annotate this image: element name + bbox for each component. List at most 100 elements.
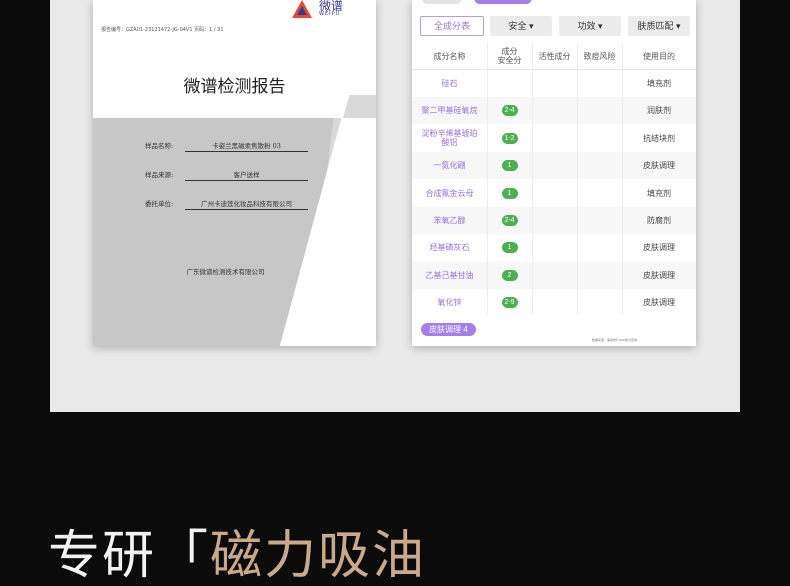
- weipu-logo: 微谱 WEIPU: [292, 0, 352, 20]
- table-row[interactable]: 乙基己基甘油 2 皮肤调理: [412, 261, 696, 289]
- field-label: 样品名称:: [145, 142, 174, 150]
- ingredient-name[interactable]: 硅石: [412, 70, 487, 97]
- ingredient-name[interactable]: 一氮化硼: [412, 152, 487, 179]
- table-row[interactable]: 苯氧乙醇 2-4 防腐剂: [412, 207, 696, 234]
- sample-name-field: 样品名称: 卡姿兰黑磁柔焦散粉 03: [145, 140, 308, 152]
- safety-score-cell: 2-9: [487, 289, 532, 316]
- table-row[interactable]: 合成氟金云母 1 填充剂: [412, 180, 696, 207]
- safety-score-cell: [487, 70, 532, 97]
- filter-efficacy[interactable]: 功效 ▾: [559, 16, 621, 36]
- safety-score-cell: 1: [487, 234, 532, 261]
- acne-risk-cell: [577, 152, 622, 179]
- safety-score-badge: 2-9: [501, 297, 518, 309]
- sample-source-field: 样品来源: 客户送样: [145, 169, 308, 181]
- column-divider: [577, 43, 578, 315]
- slogan-heading: 专研「磁力吸油: [48, 526, 426, 586]
- active-cell: [532, 70, 577, 97]
- top-pill-tab[interactable]: [422, 0, 462, 4]
- data-source-note: 数据来源：美丽修行APP成分查询: [592, 338, 638, 342]
- ingredient-name[interactable]: 氧化锌: [412, 289, 487, 316]
- acne-risk-cell: [577, 262, 622, 289]
- column-divider: [622, 43, 623, 315]
- safety-score-badge: 1-2: [501, 132, 518, 144]
- top-tab-pills: [412, 0, 696, 6]
- filter-all-ingredients[interactable]: 全成分表: [420, 16, 484, 36]
- safety-score-badge: 2-4: [501, 215, 518, 226]
- field-value: 卡姿兰黑磁柔焦散粉 03: [185, 140, 308, 152]
- table-row[interactable]: 一氮化硼 1 皮肤调理: [412, 152, 696, 180]
- table-row[interactable]: 羟基磷灰石 1 皮肤调理: [412, 234, 696, 261]
- active-cell: [532, 97, 577, 124]
- table-header: 成分名称 成分 安全分 活性成分 致痘风险 使用目的: [412, 43, 696, 70]
- slogan-gold: 磁力吸油: [210, 526, 427, 586]
- client-field: 委托单位: 广州卡迪莲化妆品科技有限公司: [145, 198, 308, 210]
- ingredient-name[interactable]: 合成氟金云母: [412, 180, 487, 207]
- purpose-cell: 防腐剂: [647, 216, 671, 225]
- logo-en-text: WEIPU: [319, 11, 341, 17]
- ingredient-name[interactable]: 苯氧乙醇: [412, 207, 487, 234]
- safety-score-cell: 2: [487, 262, 532, 289]
- header-purpose: 使用目的: [643, 51, 675, 61]
- purpose-cell: 抗结块剂: [643, 133, 675, 143]
- report-title: 微谱检测报告: [183, 77, 286, 97]
- acne-risk-cell: [577, 125, 622, 152]
- purpose-cell: 皮肤调理: [643, 161, 675, 171]
- active-cell: [532, 152, 577, 179]
- acne-risk-cell: [577, 289, 622, 316]
- safety-score-badge: 2-4: [501, 105, 518, 117]
- safety-score-badge: 1: [501, 242, 518, 254]
- acne-risk-cell: [577, 70, 622, 97]
- acne-risk-cell: [577, 207, 622, 234]
- safety-score-cell: 1: [487, 180, 532, 207]
- filter-bar: 全成分表 安全 ▾ 功效 ▾ 肤质匹配 ▾: [412, 16, 696, 38]
- purpose-cell: 润肤剂: [647, 106, 671, 116]
- header-ingredient-name: 成分名称: [433, 51, 466, 61]
- ingredient-name[interactable]: 聚二甲基硅氧烷: [412, 97, 487, 124]
- filter-skin-match[interactable]: 肤质匹配 ▾: [628, 16, 690, 36]
- table-row[interactable]: 氧化锌 2-9 皮肤调理: [412, 289, 696, 316]
- active-cell: [532, 180, 577, 207]
- field-label: 委托单位:: [145, 200, 174, 208]
- purpose-cell: 填充剂: [647, 79, 671, 88]
- safety-score-cell: 2-4: [487, 207, 532, 234]
- active-cell: [532, 289, 577, 316]
- lab-company: 广东微谱检测技术有限公司: [186, 268, 265, 276]
- active-cell: [532, 262, 577, 289]
- safety-score-badge: 2: [501, 269, 518, 281]
- top-pill-tab-active[interactable]: [474, 0, 532, 4]
- ingredient-name[interactable]: 淀粉辛烯基琥珀酸铝: [412, 125, 487, 152]
- ingredient-table-card: 全成分表 安全 ▾ 功效 ▾ 肤质匹配 ▾ 成分名称 成分 安全分 活性成分 致…: [412, 0, 696, 346]
- table-row[interactable]: 硅石 填充剂: [412, 70, 696, 97]
- filter-safety[interactable]: 安全 ▾: [490, 16, 552, 36]
- slogan-white: 专研「: [48, 526, 211, 586]
- field-value: 广州卡迪莲化妆品科技有限公司: [185, 198, 308, 210]
- acne-risk-cell: [577, 180, 622, 207]
- purpose-cell: 填充剂: [647, 188, 671, 198]
- header-acne-risk: 致痘风险: [583, 51, 616, 61]
- header-safety-score: 成分 安全分: [497, 47, 522, 65]
- table-row[interactable]: 聚二甲基硅氧烷 2-4 润肤剂: [412, 97, 696, 125]
- ingredient-name[interactable]: 乙基己基甘油: [412, 262, 487, 289]
- safety-score-badge: 1: [501, 160, 518, 172]
- field-label: 样品来源:: [145, 171, 174, 179]
- acne-risk-cell: [577, 97, 622, 124]
- report-number: 报告编号：GZA01-23121472-JG-04V1 页码：1 / 31: [101, 27, 224, 33]
- active-cell: [532, 125, 577, 152]
- table-row[interactable]: 淀粉辛烯基琥珀酸铝 1-2 抗结块剂: [412, 125, 696, 152]
- safety-score-cell: 1-2: [487, 125, 532, 152]
- inspection-report: 报告编号：GZA01-23121472-JG-04V1 页码：1 / 31 微谱…: [93, 0, 376, 346]
- field-value: 客户送样: [185, 169, 308, 181]
- column-divider: [487, 43, 488, 315]
- column-divider: [532, 43, 533, 315]
- purpose-cell: 皮肤调理: [643, 243, 675, 253]
- active-cell: [532, 207, 577, 234]
- purpose-cell: 皮肤调理: [643, 298, 675, 308]
- skin-conditioning-tag[interactable]: 皮肤调理 4: [421, 323, 476, 336]
- active-cell: [532, 234, 577, 261]
- safety-score-cell: 1: [487, 152, 532, 179]
- purpose-cell: 皮肤调理: [643, 270, 675, 280]
- acne-risk-cell: [577, 234, 622, 261]
- header-active: 活性成分: [538, 51, 571, 61]
- ingredient-name[interactable]: 羟基磷灰石: [412, 234, 487, 261]
- safety-score-cell: 2-4: [487, 97, 532, 124]
